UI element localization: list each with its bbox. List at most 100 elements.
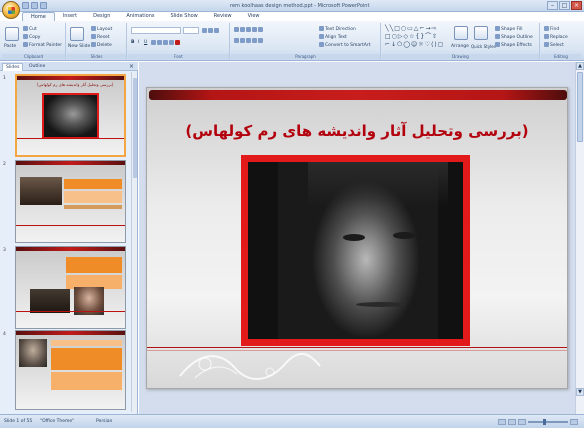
- thumb-photo-frame: [42, 93, 99, 139]
- window-controls: – □ ×: [547, 1, 582, 10]
- text-direction-icon: [319, 26, 324, 31]
- close-panel-icon[interactable]: ×: [129, 63, 134, 70]
- font-size-dropdown[interactable]: [183, 27, 199, 34]
- quick-styles-icon[interactable]: [474, 26, 488, 40]
- find-button[interactable]: Find: [544, 26, 559, 32]
- ribbon: Paste Cut Copy Format Painter Clipboard …: [0, 21, 584, 61]
- scroll-up-icon[interactable]: ▲: [576, 62, 584, 70]
- slide-thumbnail-2[interactable]: [15, 160, 126, 243]
- shape-effects-button[interactable]: Shape Effects: [495, 42, 532, 48]
- bold-button[interactable]: B: [131, 40, 134, 45]
- font-format-icons[interactable]: [151, 40, 181, 46]
- new-slide-button[interactable]: New Slide: [68, 44, 90, 49]
- thumb-text-block: [51, 372, 122, 390]
- tab-slides[interactable]: Slides: [2, 63, 24, 71]
- office-button[interactable]: [2, 1, 20, 19]
- shape-outline-button[interactable]: Shape Outline: [495, 34, 533, 40]
- panel-scrollbar[interactable]: [131, 72, 137, 412]
- save-icon[interactable]: [22, 2, 29, 9]
- shapes-gallery-row3[interactable]: ⌐↓⬠◯☺☼♡⟨⟩▢: [385, 42, 444, 48]
- portrait-photo: [248, 162, 463, 339]
- tab-home[interactable]: Home: [22, 12, 55, 21]
- slide-number: 3: [3, 248, 6, 253]
- grow-font-icon[interactable]: [202, 28, 220, 34]
- slide-title[interactable]: (بررسی وتحلیل آثار واندیشه های رم کولهاس…: [147, 122, 567, 140]
- shapes-gallery-row2[interactable]: □○▷◇☆{}⌒⇧: [385, 34, 438, 40]
- canvas-scrollbar[interactable]: ▲ ▼: [575, 62, 584, 414]
- slide-number: 2: [3, 162, 6, 167]
- format-painter-button[interactable]: Format Painter: [23, 42, 62, 48]
- layout-button[interactable]: Layout: [91, 26, 112, 32]
- slide-sorter-icon[interactable]: [508, 419, 516, 425]
- maximize-button[interactable]: □: [559, 1, 570, 10]
- arrange-icon[interactable]: [454, 26, 468, 40]
- align-text-icon: [319, 34, 324, 39]
- tab-outline[interactable]: Outline: [26, 63, 48, 71]
- new-slide-icon[interactable]: [70, 27, 84, 41]
- panel-scroll-thumb[interactable]: [133, 78, 137, 178]
- theme-name: "Office Theme": [40, 419, 75, 424]
- zoom-slider-knob[interactable]: [543, 419, 546, 425]
- align-icons[interactable]: [234, 38, 264, 44]
- tab-slide-show[interactable]: Slide Show: [162, 12, 205, 21]
- thumb-portrait: [19, 339, 47, 367]
- thumb-image: [20, 177, 62, 205]
- tab-review[interactable]: Review: [206, 12, 240, 21]
- tab-animations[interactable]: Animations: [118, 12, 162, 21]
- reset-button[interactable]: Reset: [91, 34, 110, 40]
- paste-button[interactable]: Paste: [4, 44, 16, 49]
- reset-icon: [91, 34, 96, 39]
- thumb-header-bar: [16, 161, 125, 165]
- fit-to-window-icon[interactable]: [570, 419, 578, 425]
- scroll-down-icon[interactable]: ▼: [576, 388, 584, 396]
- italic-button[interactable]: I: [138, 40, 139, 45]
- paste-icon[interactable]: [5, 27, 19, 41]
- canvas-scroll-thumb[interactable]: [577, 72, 583, 142]
- quick-styles-button[interactable]: Quick Styles: [471, 44, 496, 49]
- normal-view-icon[interactable]: [498, 419, 506, 425]
- cut-button[interactable]: Cut: [23, 26, 37, 32]
- undo-icon[interactable]: [31, 2, 38, 9]
- slide-thumbnail-1[interactable]: (بررسی وتحلیل آثار واندیشه های رم کولهاس…: [15, 74, 126, 157]
- slide-photo-frame[interactable]: [241, 155, 470, 346]
- tab-design[interactable]: Design: [85, 12, 118, 21]
- shape-fill-button[interactable]: Shape Fill: [495, 26, 523, 32]
- thumb-text-block: [51, 348, 122, 370]
- language-indicator[interactable]: Persian: [96, 419, 112, 424]
- select-button[interactable]: Select: [544, 42, 564, 48]
- thumb-header-bar: [17, 76, 124, 80]
- current-slide[interactable]: (بررسی وتحلیل آثار واندیشه های رم کولهاس…: [146, 87, 568, 389]
- slide-thumbnail-4[interactable]: [15, 330, 126, 410]
- minimize-button[interactable]: –: [547, 1, 558, 10]
- convert-smartart-button[interactable]: Convert to SmartArt: [319, 42, 370, 48]
- slides-panel: Slides Outline × 1 (بررسی وتحلیل آثار وا…: [0, 62, 138, 414]
- underline-button[interactable]: U: [144, 40, 147, 45]
- portrait-hair-shade: [308, 162, 448, 207]
- copy-icon: [23, 34, 28, 39]
- font-name-dropdown[interactable]: [131, 27, 181, 34]
- align-text-button[interactable]: Align Text: [319, 34, 347, 40]
- shapes-gallery[interactable]: ╲╲□○▭△⌐→⇨: [385, 26, 438, 32]
- arrange-button[interactable]: Arrange: [451, 44, 469, 49]
- delete-button[interactable]: Delete: [91, 42, 112, 48]
- redo-icon[interactable]: [40, 2, 47, 9]
- slide-number: 1: [3, 76, 6, 81]
- copy-button[interactable]: Copy: [23, 34, 40, 40]
- floral-ornament: [179, 352, 321, 380]
- effects-icon: [495, 42, 500, 47]
- tab-insert[interactable]: Insert: [55, 12, 85, 21]
- zoom-slider[interactable]: [528, 419, 568, 425]
- close-button[interactable]: ×: [571, 1, 582, 10]
- text-direction-button[interactable]: Text Direction: [319, 26, 356, 32]
- brush-icon: [23, 42, 28, 47]
- tab-view[interactable]: View: [240, 12, 268, 21]
- replace-icon: [544, 34, 549, 39]
- portrait-eye: [343, 234, 365, 241]
- select-icon: [544, 42, 549, 47]
- clipboard-label: Clipboard: [2, 54, 65, 59]
- list-icons[interactable]: [234, 27, 264, 33]
- replace-button[interactable]: Replace: [544, 34, 568, 40]
- slide-thumbnail-3[interactable]: [15, 246, 126, 329]
- slideshow-view-icon[interactable]: [518, 419, 526, 425]
- zoom-controls: [498, 419, 578, 425]
